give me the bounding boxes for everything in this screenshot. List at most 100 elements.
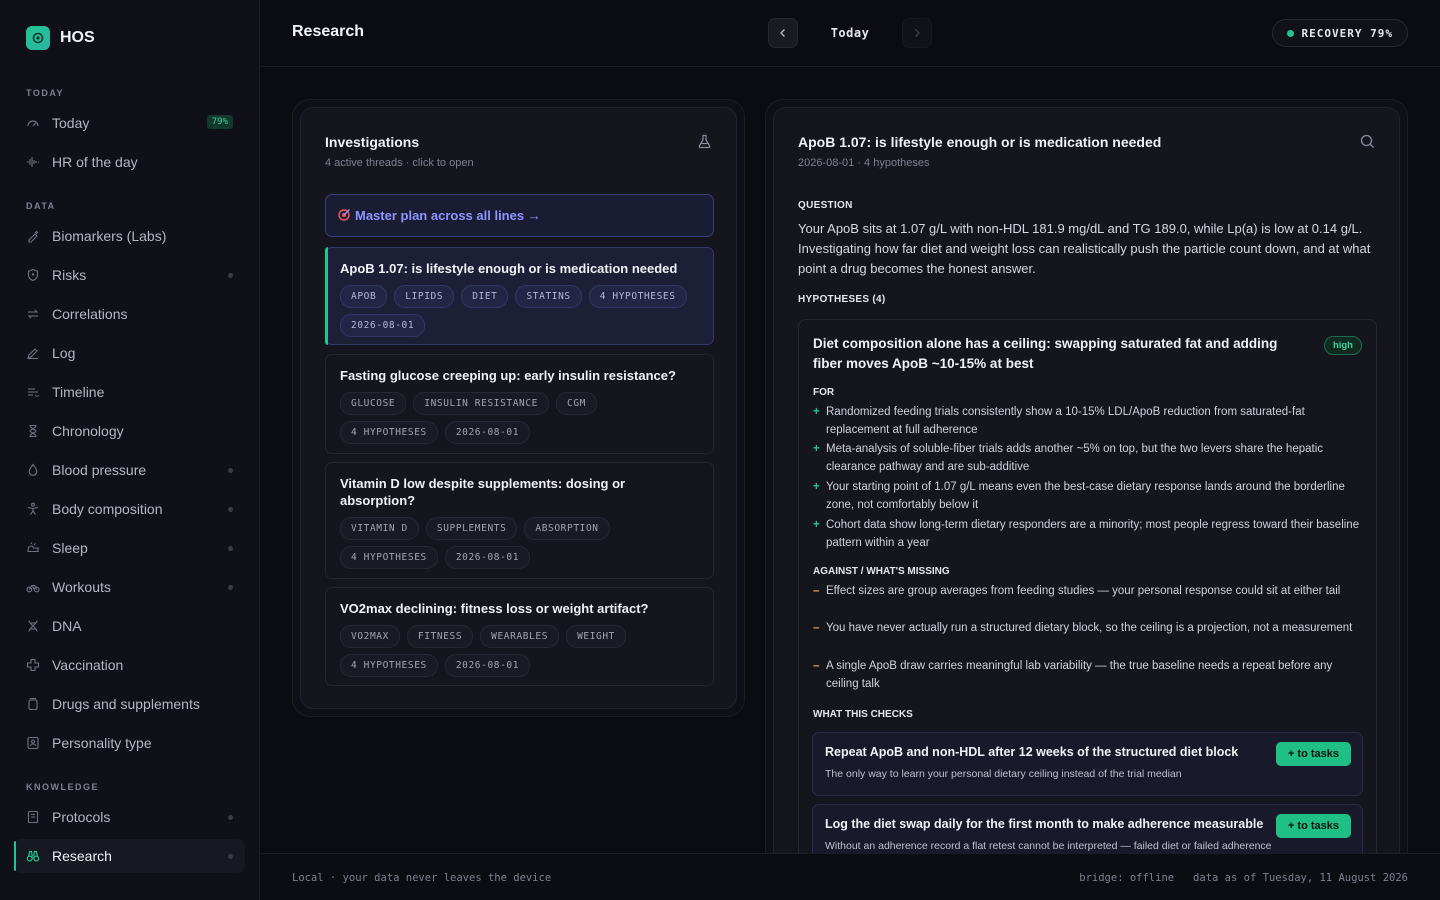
- sidebar-item-label: Body composition: [52, 501, 163, 517]
- sidebar-item-log[interactable]: Log: [14, 336, 245, 370]
- target-icon: [338, 208, 351, 224]
- evidence-against-item: – You have never actually run a structure…: [813, 620, 1363, 638]
- investigation-card[interactable]: Vitamin D low despite supplements: dosin…: [325, 462, 714, 579]
- tag: 2026-08-01: [444, 654, 531, 677]
- timeline-icon: [26, 385, 40, 399]
- tag-list: APOB LIPIDS DIET STATINS 4 HYPOTHESES 20…: [340, 285, 699, 337]
- tag: 4 HYPOTHESES: [340, 546, 438, 569]
- status-dot: [228, 507, 233, 512]
- brand[interactable]: HOS: [26, 26, 95, 50]
- body-icon: [26, 502, 40, 516]
- sidebar-item-vaccination[interactable]: Vaccination: [14, 648, 245, 682]
- next-day-button[interactable]: [902, 18, 932, 48]
- section-label-data: DATA: [26, 201, 56, 211]
- tag: DIET: [461, 285, 509, 308]
- minus-icon: –: [813, 622, 820, 634]
- question-label: QUESTION: [798, 200, 853, 211]
- sidebar-item-label: Timeline: [52, 384, 105, 400]
- page-title: Research: [292, 23, 365, 40]
- recovery-indicator[interactable]: RECOVERY 79%: [1271, 19, 1408, 47]
- status-dot: [228, 854, 233, 859]
- evidence-for-item: + Cohort data show long-term dietary resp…: [813, 519, 1360, 549]
- detail-title: ApoB 1.07: is lifestyle enough or is med…: [798, 134, 1162, 150]
- tag: WEARABLES: [480, 625, 560, 648]
- sidebar-item-workouts[interactable]: Workouts: [14, 570, 245, 604]
- sidebar-item-risks[interactable]: Risks: [14, 258, 245, 292]
- sidebar-item-label: Biomarkers (Labs): [52, 228, 167, 244]
- logo-icon: [26, 26, 50, 50]
- heartbeat-icon: [26, 155, 40, 169]
- investigation-title: ApoB 1.07: is lifestyle enough or is med…: [340, 261, 678, 276]
- plus-icon: +: [813, 443, 820, 455]
- previous-day-button[interactable]: [768, 18, 798, 48]
- investigation-card[interactable]: ApoB 1.07: is lifestyle enough or is med…: [325, 247, 714, 345]
- bike-icon: [26, 580, 40, 594]
- sidebar-item-label: Vaccination: [52, 657, 124, 673]
- investigation-title: Fasting glucose creeping up: early insul…: [340, 368, 676, 383]
- sidebar-item-body-composition[interactable]: Body composition: [14, 492, 245, 526]
- privacy-note: Local · your data never leaves the devic…: [292, 872, 552, 884]
- check-description: Without an adherence record a flat retes…: [825, 840, 1272, 852]
- tag-list: GLUCOSE INSULIN RESISTANCE CGM 4 HYPOTHE…: [340, 392, 699, 444]
- sidebar-item-personality-type[interactable]: Personality type: [14, 726, 245, 760]
- binoculars-icon: [26, 849, 40, 863]
- add-to-tasks-button[interactable]: + to tasks: [1275, 742, 1351, 766]
- sidebar-item-sleep[interactable]: Sleep: [14, 531, 245, 565]
- check-title: Log the diet swap daily for the first mo…: [825, 817, 1264, 831]
- sidebar-item-drugs-and-supplements[interactable]: Drugs and supplements: [14, 687, 245, 721]
- tag: CGM: [556, 392, 597, 415]
- investigations-panel: Investigations 4 active threads · click …: [292, 99, 745, 717]
- minus-icon: –: [813, 660, 820, 672]
- sidebar-item-chronology[interactable]: Chronology: [14, 414, 245, 448]
- add-to-tasks-button[interactable]: + to tasks: [1275, 814, 1351, 838]
- sidebar-item-label: Drugs and supplements: [52, 696, 200, 712]
- investigation-card[interactable]: Fasting glucose creeping up: early insul…: [325, 354, 714, 454]
- sidebar-item-label: Personality type: [52, 735, 152, 751]
- sidebar: HOS TODAY Today 79% HR of the day DATA B…: [0, 0, 260, 900]
- sidebar-item-correlations[interactable]: Correlations: [14, 297, 245, 331]
- date-navigator: Today: [768, 18, 932, 48]
- sidebar-item-dna[interactable]: DNA: [14, 609, 245, 643]
- recovery-badge: 79%: [206, 115, 233, 129]
- book-icon: [26, 810, 40, 824]
- flask-icon[interactable]: [697, 134, 712, 154]
- sidebar-item-biomarkers[interactable]: Biomarkers (Labs): [14, 219, 245, 253]
- shield-icon: [26, 268, 40, 282]
- sidebar-item-timeline[interactable]: Timeline: [14, 375, 245, 409]
- top-bar: Research Today RECOVERY 79%: [260, 0, 1440, 67]
- master-plan-button[interactable]: Master plan across all lines →: [325, 194, 714, 237]
- sidebar-item-label: Chronology: [52, 423, 124, 439]
- status-dot: [228, 815, 233, 820]
- tag: 2026-08-01: [340, 314, 426, 337]
- sidebar-item-today[interactable]: Today 79%: [14, 106, 245, 140]
- investigation-card[interactable]: VO2max declining: fitness loss or weight…: [325, 587, 714, 686]
- tag: VITAMIN D: [340, 517, 419, 540]
- tag: 4 HYPOTHESES: [340, 654, 438, 677]
- investigation-title: Vitamin D low despite supplements: dosin…: [340, 476, 626, 508]
- tag: 4 HYPOTHESES: [340, 421, 438, 444]
- hypothesis-card: Diet composition alone has a ceiling: sw…: [798, 319, 1377, 879]
- recovery-label: RECOVERY 79%: [1301, 26, 1393, 40]
- sync-status: bridge: offline data as of Tuesday, 11 A…: [1079, 872, 1408, 884]
- confidence-badge: high: [1323, 336, 1362, 355]
- status-footer: Local · your data never leaves the devic…: [260, 853, 1440, 900]
- sidebar-item-protocols[interactable]: Protocols: [14, 800, 245, 834]
- sidebar-item-hr-of-the-day[interactable]: HR of the day: [14, 145, 245, 179]
- status-dot: [228, 546, 233, 551]
- against-label: AGAINST / WHAT'S MISSING: [813, 566, 950, 577]
- tag: ABSORPTION: [524, 517, 610, 540]
- current-date-label: Today: [830, 26, 870, 40]
- tag: VO2MAX: [340, 625, 400, 648]
- sidebar-item-label: Log: [52, 345, 76, 361]
- sidebar-item-research[interactable]: Research: [14, 839, 245, 873]
- chevron-left-icon: [780, 29, 785, 37]
- id-card-icon: [26, 736, 40, 750]
- droplet-icon: [26, 463, 40, 477]
- sidebar-item-blood-pressure[interactable]: Blood pressure: [14, 453, 245, 487]
- investigation-detail-panel: ApoB 1.07: is lifestyle enough or is med…: [765, 99, 1408, 879]
- evidence-for-item: + Randomized feeding trials consistently …: [813, 406, 1305, 436]
- search-icon[interactable]: [1360, 134, 1375, 154]
- plus-icon: +: [813, 481, 820, 493]
- hypothesis-title: Diet composition alone has a ceiling: sw…: [813, 336, 1278, 371]
- syringe-icon: [26, 229, 40, 243]
